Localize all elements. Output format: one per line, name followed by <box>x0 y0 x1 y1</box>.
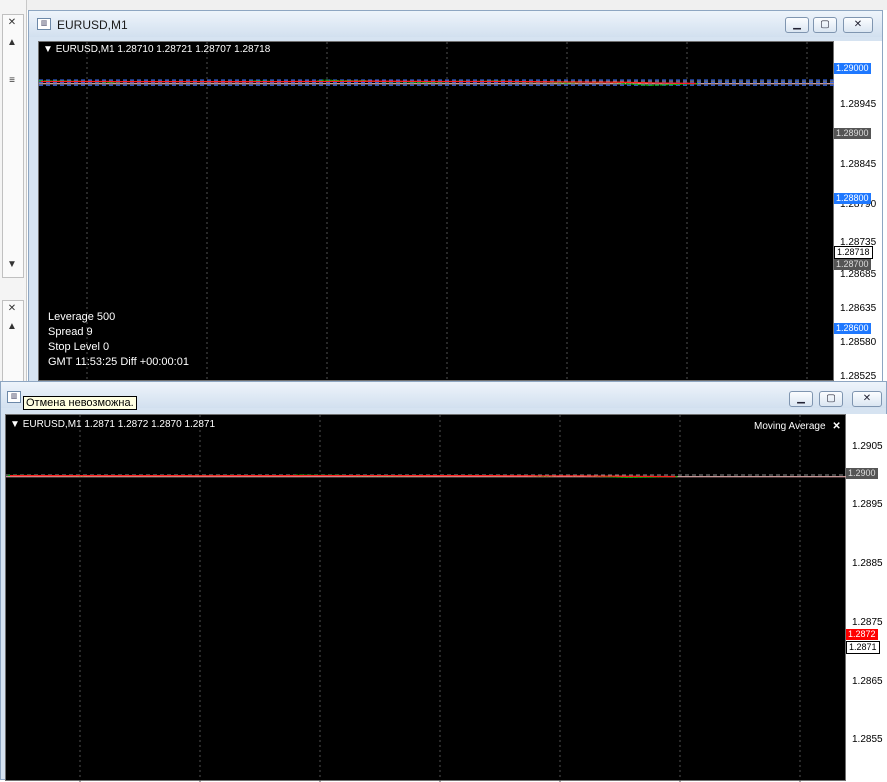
account-info-panel: Leverage 500 Spread 9 Stop Level 0 GMT 1… <box>48 310 189 370</box>
price-tick: 1.2895 <box>852 499 883 510</box>
spread-label: Spread 9 <box>48 326 93 338</box>
bid-price-tag: 1.28718 <box>834 246 873 259</box>
scroll-down-icon[interactable]: ▼ <box>5 259 19 271</box>
chart-info-text: EURUSD,M1 1.28710 1.28721 1.28707 1.2871… <box>55 44 271 55</box>
chart-window-2[interactable]: ▥ Отмена невозможна. ▁ ▢ ✕ ▼ EURUSD,M1 1… <box>0 381 887 782</box>
indicator-name: Moving Average <box>754 421 826 432</box>
chart-window-1[interactable]: ▥ EURUSD,M1 ▁ ▢ ✕ ▼ EURUSD,M1 1.28710 1.… <box>28 10 883 382</box>
indicator-label: Moving Average ✕ <box>754 421 841 432</box>
panel-close-icon[interactable]: ✕ <box>5 303 19 315</box>
price-tick: 1.28635 <box>840 303 877 314</box>
close-button[interactable]: ✕ <box>843 17 873 33</box>
level-tag: 1.28600 <box>834 323 871 334</box>
price-tick: 1.28945 <box>840 99 877 110</box>
price-tick: 1.2905 <box>852 441 883 452</box>
chart-plot-area-2[interactable]: ▼ EURUSD,M1 1.2871 1.2872 1.2870 1.2871 … <box>5 414 847 782</box>
chart-menu-triangle-icon[interactable]: ▼ <box>43 44 53 55</box>
scroll-up-icon[interactable]: ▲ <box>5 321 19 333</box>
price-tick: 1.28685 <box>840 269 877 280</box>
bid-price-tag: 1.2871 <box>846 641 880 654</box>
close-button[interactable]: ✕ <box>852 391 882 407</box>
chart-window-icon: ▥ <box>7 391 21 403</box>
price-chart-2[interactable] <box>6 415 847 782</box>
ask-price-tag: 1.2872 <box>846 629 878 640</box>
price-tick: 1.2885 <box>852 558 883 569</box>
left-panel-bottom: ✕ ▲ <box>2 300 24 382</box>
level-tag: 1.28700 <box>834 259 871 270</box>
workspace-top <box>0 0 887 10</box>
window-titlebar[interactable]: ▥ Отмена невозможна. ▁ ▢ ✕ <box>1 382 886 410</box>
chart-window-icon: ▥ <box>37 18 51 30</box>
window-title: EURUSD,M1 <box>57 18 128 32</box>
undo-tooltip: Отмена невозможна. <box>23 396 137 410</box>
level-tag: 1.28800 <box>834 193 871 204</box>
scroll-up-icon[interactable]: ▲ <box>5 37 19 49</box>
price-tick: 1.2865 <box>852 676 883 687</box>
panel-close-icon[interactable]: ✕ <box>5 17 19 29</box>
maximize-button[interactable]: ▢ <box>819 391 843 407</box>
level-tag: 1.2900 <box>846 468 878 479</box>
maximize-button[interactable]: ▢ <box>813 17 837 33</box>
left-panel-top: ✕ ▲ ≡ ▼ <box>2 14 24 278</box>
chart-info-text: EURUSD,M1 1.2871 1.2872 1.2870 1.2871 <box>22 419 216 430</box>
gmt-diff-label: GMT 11:53:25 Diff +00:00:01 <box>48 356 189 368</box>
scroll-thumb-icon[interactable]: ≡ <box>5 75 19 87</box>
level-tag: 1.29000 <box>834 63 871 74</box>
chart-menu-triangle-icon[interactable]: ▼ <box>10 419 20 430</box>
chart-plot-area-1[interactable]: ▼ EURUSD,M1 1.28710 1.28721 1.28707 1.28… <box>38 41 835 382</box>
price-tick: 1.2875 <box>852 617 883 628</box>
price-tick: 1.28580 <box>840 337 877 348</box>
leverage-label: Leverage 500 <box>48 311 116 323</box>
chart-info-line: ▼ EURUSD,M1 1.2871 1.2872 1.2870 1.2871 <box>10 419 215 430</box>
minimize-button[interactable]: ▁ <box>785 17 809 33</box>
window-titlebar[interactable]: ▥ EURUSD,M1 ▁ ▢ ✕ <box>29 11 882 37</box>
level-tag: 1.28900 <box>834 128 871 139</box>
price-scale-2[interactable]: 1.2905 1.2895 1.2885 1.2875 1.2865 1.285… <box>846 414 887 781</box>
minimize-button[interactable]: ▁ <box>789 391 813 407</box>
remove-indicator-icon[interactable]: ✕ <box>832 421 840 432</box>
price-tick: 1.2855 <box>852 734 883 745</box>
price-tick: 1.28845 <box>840 159 877 170</box>
stop-level-label: Stop Level 0 <box>48 341 110 353</box>
chart-info-line: ▼ EURUSD,M1 1.28710 1.28721 1.28707 1.28… <box>43 44 270 55</box>
price-scale-1[interactable]: 1.28945 1.28845 1.28790 1.28735 1.28685 … <box>834 41 882 382</box>
